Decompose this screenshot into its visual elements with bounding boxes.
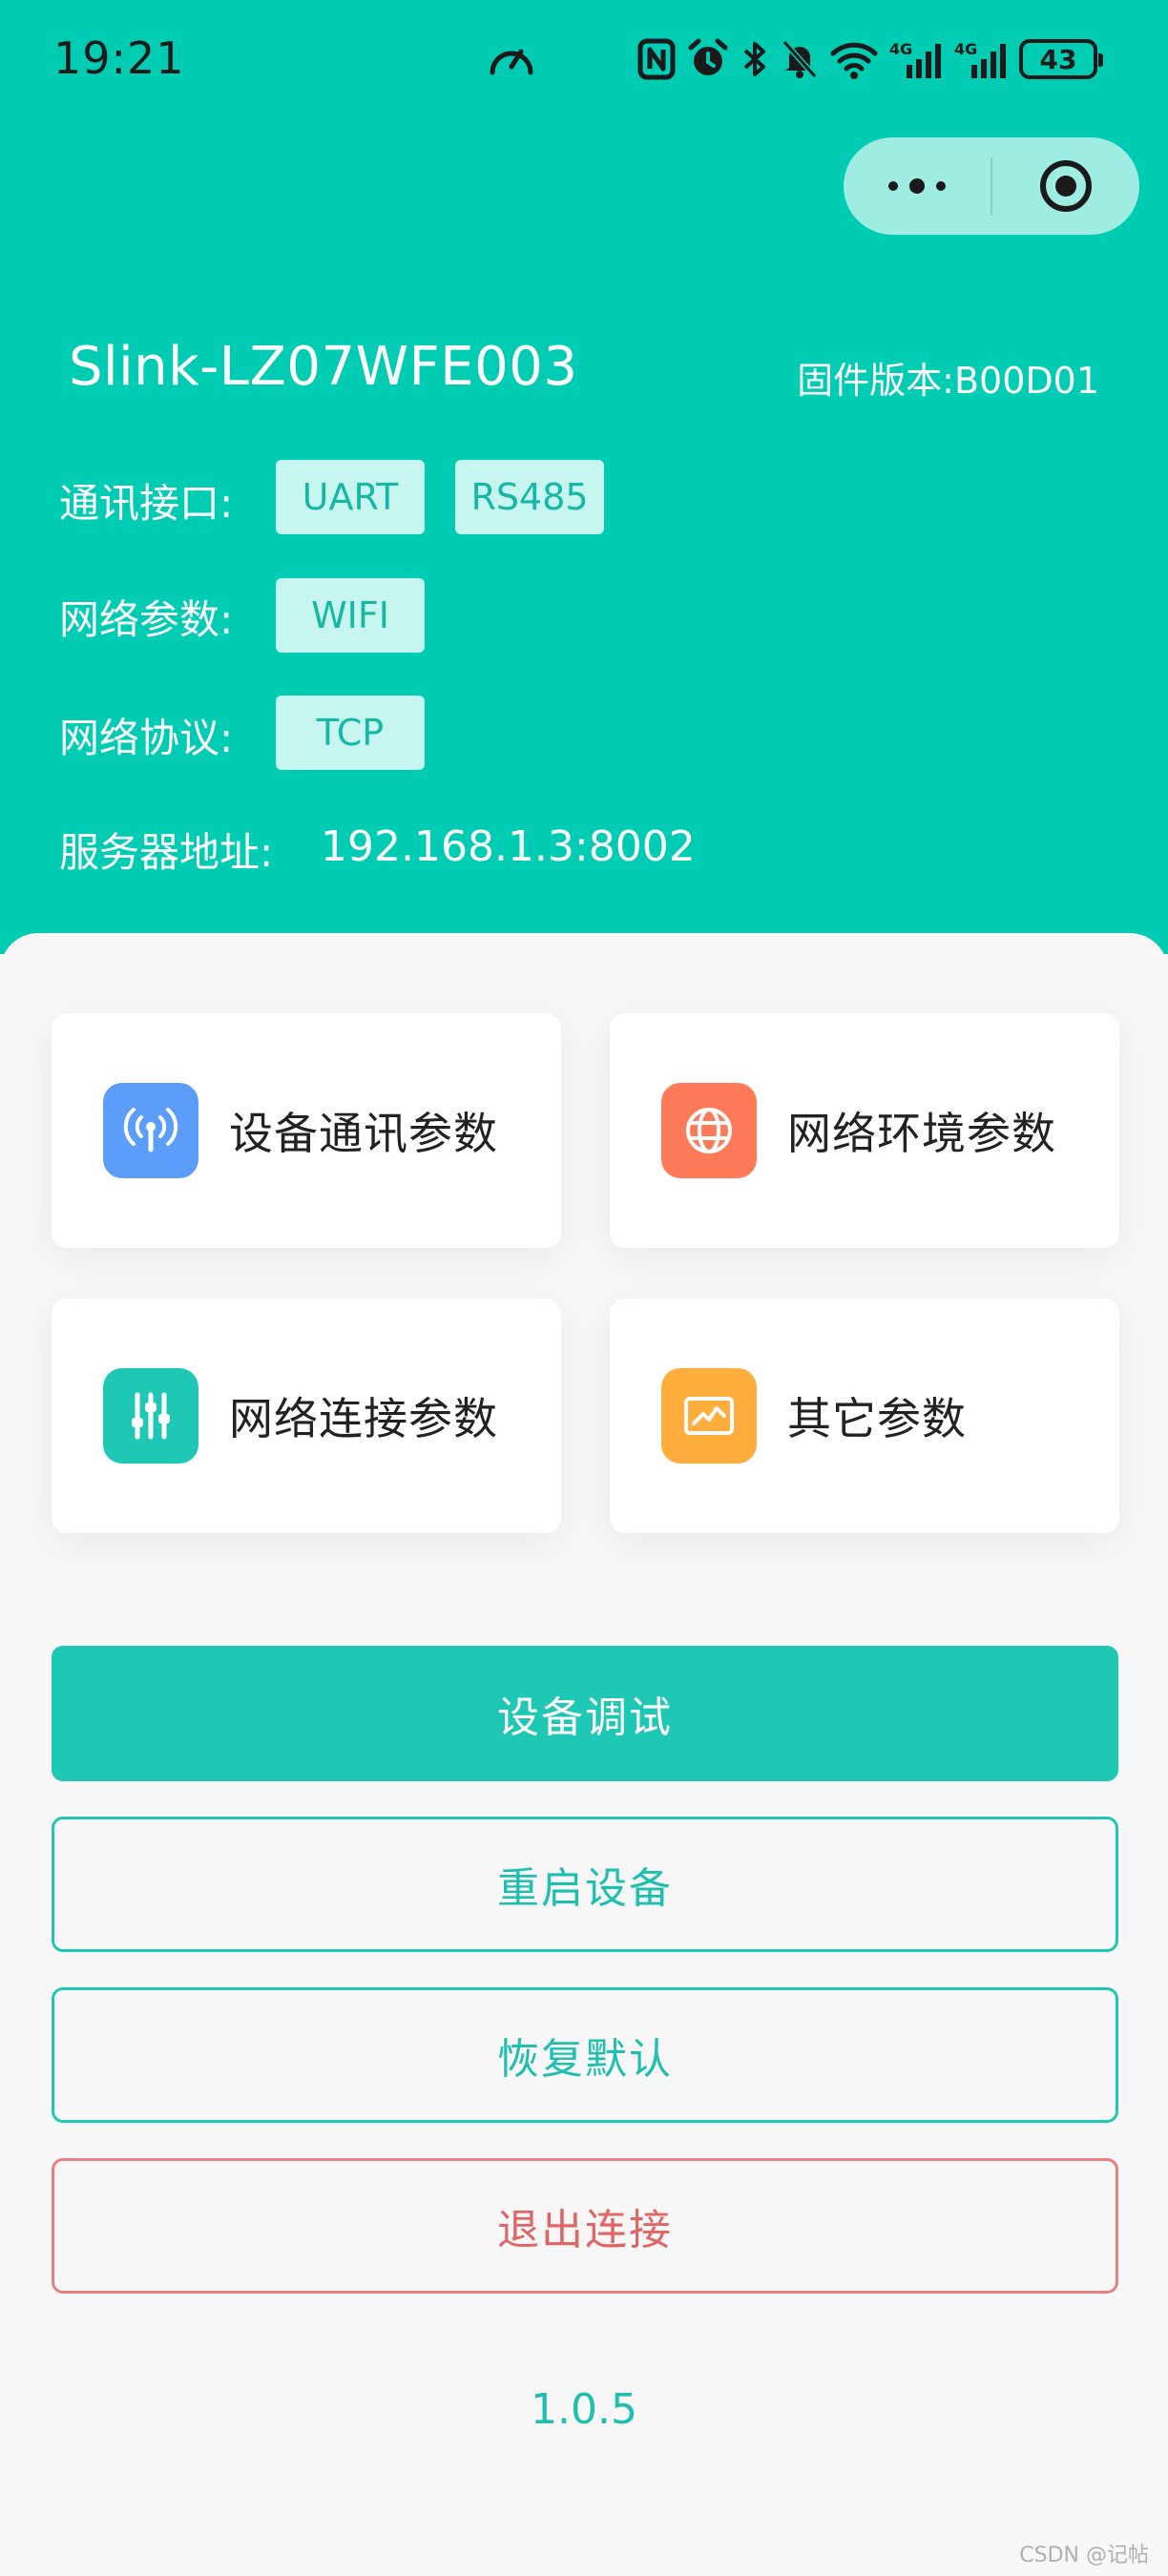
card-label: 其它参数 <box>787 1393 967 1444</box>
battery-level: 43 <box>1039 43 1077 75</box>
app-version: 1.0.5 <box>531 2385 637 2434</box>
restore-defaults-button[interactable]: 恢复默认 <box>52 1987 1118 2123</box>
device-debug-button[interactable]: 设备调试 <box>52 1646 1118 1781</box>
card-network-connect-params[interactable]: 网络连接参数 <box>52 1298 561 1533</box>
battery-indicator: 43 <box>1019 39 1103 79</box>
device-settings-page: 19:21 4G 4G 43 Slink-LZ07WFE003 固件版本:B00… <box>0 0 1168 2576</box>
interface-tag-uart: UART <box>276 460 425 534</box>
mute-icon <box>782 40 818 78</box>
signal-4g-icon: 4G <box>954 40 1006 78</box>
protocol-label: 网络协议: <box>59 715 234 761</box>
restart-device-button[interactable]: 重启设备 <box>52 1817 1118 1952</box>
card-other-params[interactable]: 其它参数 <box>610 1298 1119 1533</box>
sliders-icon <box>103 1368 198 1464</box>
status-icons: 4G 4G 43 <box>637 34 1103 84</box>
more-dots-icon <box>888 178 946 194</box>
protocol-tag-tcp: TCP <box>276 696 425 770</box>
card-label: 设备通讯参数 <box>229 1108 498 1159</box>
disconnect-button[interactable]: 退出连接 <box>52 2158 1118 2294</box>
status-time: 19:21 <box>53 32 185 84</box>
firmware-version: 固件版本:B00D01 <box>797 360 1099 402</box>
alarm-icon <box>688 38 728 75</box>
close-miniprogram-button[interactable] <box>992 137 1139 235</box>
more-button[interactable] <box>844 137 991 235</box>
server-label: 服务器地址: <box>59 829 274 876</box>
capsule-menu <box>844 137 1139 235</box>
nfc-icon <box>637 38 676 80</box>
bluetooth-icon <box>743 42 765 76</box>
device-name: Slink-LZ07WFE003 <box>69 336 578 398</box>
globe-icon <box>661 1083 757 1178</box>
card-device-comm-params[interactable]: 设备通讯参数 <box>52 1013 561 1248</box>
wifi-icon <box>830 42 878 79</box>
speed-gauge-icon <box>490 49 533 75</box>
interface-tag-rs485: RS485 <box>455 460 604 534</box>
svg-text:4G: 4G <box>889 40 912 58</box>
interface-label: 通讯接口: <box>59 480 234 527</box>
network-label: 网络参数: <box>59 596 234 643</box>
card-label: 网络环境参数 <box>787 1108 1056 1159</box>
target-close-icon <box>1039 160 1092 212</box>
status-bar: 19:21 4G 4G 43 <box>0 0 1168 124</box>
signal-4g-icon: 4G <box>889 40 941 78</box>
header-panel: 19:21 4G 4G 43 Slink-LZ07WFE003 固件版本:B00… <box>0 0 1168 954</box>
network-tag-wifi: WIFI <box>276 578 425 653</box>
card-network-env-params[interactable]: 网络环境参数 <box>610 1013 1119 1248</box>
watermark: CSDN @记帖 <box>1019 2544 1149 2567</box>
antenna-icon <box>103 1083 198 1178</box>
server-address: 192.168.1.3:8002 <box>321 822 696 871</box>
svg-text:4G: 4G <box>954 40 977 58</box>
card-label: 网络连接参数 <box>229 1393 498 1444</box>
chart-monitor-icon <box>661 1368 757 1464</box>
